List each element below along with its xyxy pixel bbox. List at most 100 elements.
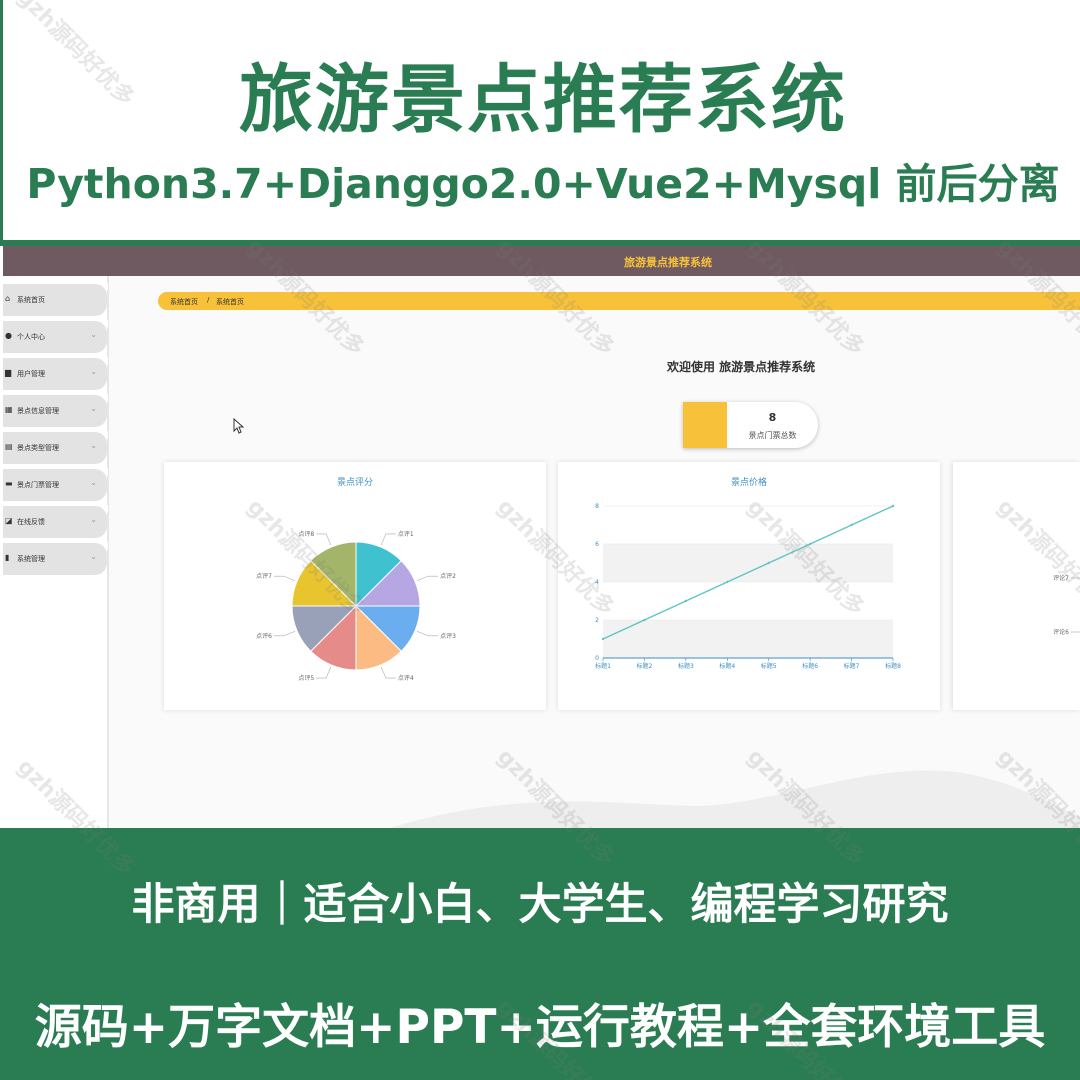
breadcrumb: 系统首页 / 系统首页 xyxy=(158,292,1080,310)
feedback-icon: ◪ xyxy=(5,516,13,525)
pie-label: 点评7 xyxy=(256,572,272,580)
corner xyxy=(100,394,108,402)
chevron-down-icon: ⌄ xyxy=(90,515,97,524)
app-title: 旅游景点推荐系统 xyxy=(624,256,712,269)
sidebar-item-label: 在线反馈 xyxy=(17,518,45,526)
sidebar-item-feedback[interactable]: ◪ 在线反馈 ⌄ xyxy=(3,505,108,538)
promo-subtitle: Python3.7+Djanggo2.0+Vue2+Mysql 前后分离 xyxy=(26,160,1060,208)
home-icon: ⌂ xyxy=(5,294,11,303)
pie-label: 评论6 xyxy=(1053,628,1069,636)
pie-label: 点评6 xyxy=(256,632,272,640)
grid-icon: ▦ xyxy=(5,405,13,414)
chart-card-price: 景点价格 0 2 4 6 8 标题1 标题2 标题3 标题4 标题5 标题6 标题7 标题8 xyxy=(558,462,940,710)
ticket-icon: ▬ xyxy=(5,479,13,488)
price-point xyxy=(850,523,853,527)
breadcrumb-current: 系统首页 xyxy=(216,298,244,306)
promo-features: 源码+万字文档+PPT+运行教程+全套环境工具 xyxy=(34,1000,1046,1055)
sidebar-item-label: 景点门票管理 xyxy=(17,481,59,489)
pie-label-line xyxy=(316,533,332,546)
y-tick-label: 6 xyxy=(595,541,599,548)
x-tick-label: 标题8 xyxy=(885,662,901,670)
x-tick-label: 标题5 xyxy=(761,662,777,670)
price-point xyxy=(808,542,812,546)
corner xyxy=(100,505,108,513)
pie-label: 点评3 xyxy=(440,632,456,640)
breadcrumb-home[interactable]: 系统首页 xyxy=(170,297,198,307)
pie-label: 评论7 xyxy=(1053,574,1069,582)
sidebar-item-label: 系统管理 xyxy=(17,555,45,563)
x-tick-label: 标题7 xyxy=(844,662,860,670)
price-point xyxy=(726,580,729,584)
chevron-down-icon: ⌄ xyxy=(90,478,97,487)
chevron-down-icon: ⌄ xyxy=(90,404,97,413)
x-tick-label: 标题4 xyxy=(719,662,735,670)
price-point xyxy=(684,599,688,603)
pie-label-line xyxy=(416,630,439,637)
sidebar-item-tickets[interactable]: ▬ 景点门票管理 ⌄ xyxy=(3,468,108,501)
grid-band xyxy=(603,544,893,582)
sidebar-item-users[interactable]: ▆ 用户管理 ⌄ xyxy=(3,357,108,390)
pie-label: 点评1 xyxy=(398,530,414,538)
line-chart-price: 0 2 4 6 8 标题1 标题2 标题3 标题4 标题5 标题6 标题7 标题8 xyxy=(595,503,901,670)
price-point xyxy=(767,561,770,565)
corner xyxy=(100,283,108,291)
pie-chart-partial: 评论7 评论6 xyxy=(1053,574,1080,636)
app-header: 旅游景点推荐系统 xyxy=(3,246,1080,276)
chart-title: 景点价格 xyxy=(730,478,767,488)
pie-chart-rating: 点评1 点评2 点评3 点评4 点评5 点评6 点评7 点评8 xyxy=(256,530,456,682)
breadcrumb-separator: / xyxy=(207,296,210,304)
sidebar-item-label: 个人中心 xyxy=(17,333,45,341)
chevron-down-icon: ⌄ xyxy=(90,330,97,339)
price-point xyxy=(643,618,646,622)
price-point xyxy=(891,504,895,508)
corner xyxy=(100,357,108,365)
grid-band xyxy=(603,620,893,658)
x-tick-label: 标题3 xyxy=(678,662,694,670)
sidebar-item-spot-info[interactable]: ▦ 景点信息管理 ⌄ xyxy=(3,394,108,427)
sidebar-item-label: 系统首页 xyxy=(17,296,45,304)
stat-label: 景点门票总数 xyxy=(748,431,797,440)
x-tick-label: 标题1 xyxy=(595,662,611,670)
stat-color-block xyxy=(683,402,727,448)
pie-label: 点评4 xyxy=(398,674,414,682)
x-tick-label: 标题6 xyxy=(802,662,818,670)
stat-value: 8 xyxy=(768,411,777,424)
chart-card-third: 评论7 评论6 xyxy=(953,462,1080,710)
briefcase-icon: ▤ xyxy=(5,442,13,451)
chevron-down-icon: ⌄ xyxy=(90,441,97,450)
y-tick-label: 4 xyxy=(595,579,599,586)
chart-card-rating: 景点评分 点评1 点评2 点评3 点评4 点评5 点评6 点评7 点评8 xyxy=(164,462,546,710)
corner xyxy=(100,431,108,439)
user-icon: ● xyxy=(5,331,12,340)
sidebar-item-profile[interactable]: ● 个人中心 ⌄ xyxy=(3,320,108,353)
y-tick-label: 8 xyxy=(595,503,599,510)
pie-label-line xyxy=(316,666,332,679)
pie-label: 点评8 xyxy=(298,530,314,538)
promo-image: 旅游景点推荐系统 Python3.7+Djanggo2.0+Vue2+Mysql… xyxy=(0,0,1080,1080)
bar-chart-icon: ▮ xyxy=(5,553,10,562)
sidebar-item-home[interactable]: ⌂ 系统首页 xyxy=(3,283,108,316)
pie-label: 点评5 xyxy=(298,674,314,682)
mouse-cursor-icon xyxy=(233,418,245,434)
corner xyxy=(100,320,108,328)
sidebar-item-system[interactable]: ▮ 系统管理 ⌄ xyxy=(3,542,108,575)
pie-label-line xyxy=(380,666,396,679)
promo-title: 旅游景点推荐系统 xyxy=(239,57,847,143)
promo-tagline: 非商用｜适合小白、大学生、编程学习研究 xyxy=(131,880,949,930)
pie-label: 点评2 xyxy=(440,572,456,580)
sidebar-item-label: 用户管理 xyxy=(17,370,45,378)
chart-title: 景点评分 xyxy=(336,478,373,488)
pie-label-line xyxy=(273,630,296,637)
sidebar-item-spot-type[interactable]: ▤ 景点类型管理 ⌄ xyxy=(3,431,108,464)
price-point xyxy=(601,637,605,641)
pie-label-line xyxy=(380,533,396,546)
promo-footer: 非商用｜适合小白、大学生、编程学习研究 源码+万字文档+PPT+运行教程+全套环… xyxy=(0,828,1080,1080)
app-screenshot: 旅游景点推荐系统 ⌂ 系统首页 ● 个人中心 ⌄ ▆ 用户管理 ⌄ ▦ 景点信息… xyxy=(3,246,1080,830)
welcome-heading: 欢迎使用 旅游景点推荐系统 xyxy=(667,360,816,374)
chevron-down-icon: ⌄ xyxy=(90,367,97,376)
sidebar-item-label: 景点信息管理 xyxy=(17,407,59,415)
book-icon: ▆ xyxy=(5,368,12,377)
pie-label-line xyxy=(273,575,296,582)
sidebar: ⌂ 系统首页 ● 个人中心 ⌄ ▆ 用户管理 ⌄ ▦ 景点信息管理 ⌄ ▤ 景点… xyxy=(3,276,109,830)
corner xyxy=(100,542,108,550)
